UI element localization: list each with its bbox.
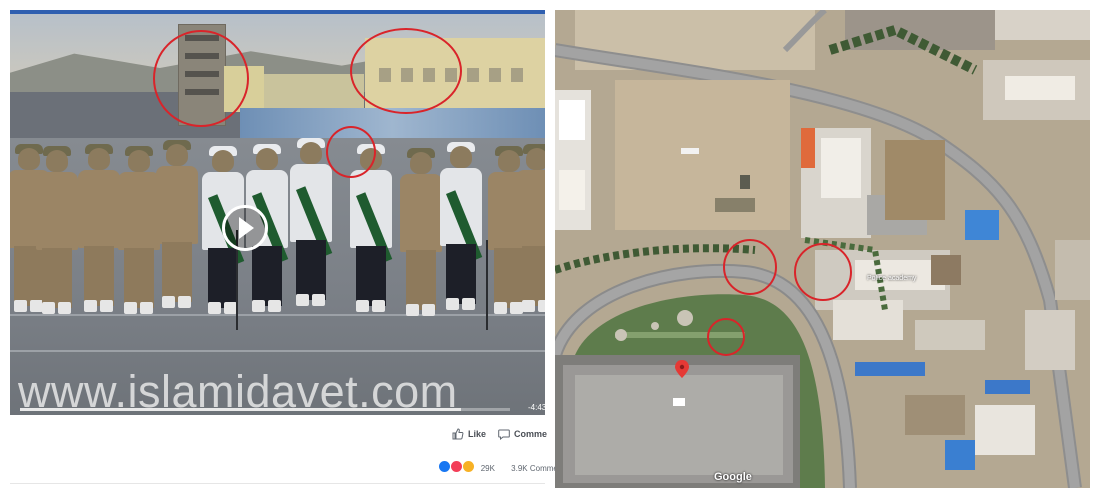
reaction-summary[interactable]: 29K 3.9K Comme — [438, 460, 558, 473]
satellite-map[interactable]: Police academy Google — [555, 10, 1090, 488]
annotation-circle — [326, 126, 376, 178]
video-building — [264, 74, 364, 108]
video-post: www.islamidavet.com -4:43 Like Comme 29K… — [0, 0, 558, 497]
sad-reaction-icon — [462, 460, 476, 473]
google-attribution: Google — [714, 471, 752, 483]
like-button[interactable]: Like — [452, 428, 486, 440]
love-reaction-icon — [450, 460, 464, 473]
reaction-count: 29K — [480, 464, 495, 473]
microphone-stand — [486, 240, 488, 330]
comment-count[interactable]: 3.9K Comme — [511, 464, 558, 473]
comment-icon — [498, 429, 510, 440]
post-divider — [10, 483, 545, 484]
play-icon[interactable] — [222, 205, 268, 251]
like-reaction-icon — [438, 460, 451, 473]
like-label: Like — [468, 429, 487, 439]
satellite-imagery — [555, 10, 1090, 488]
video-progress-bar[interactable] — [20, 408, 510, 411]
poi-label[interactable]: Police academy — [867, 275, 916, 282]
comment-label: Comme — [514, 429, 548, 439]
video-player[interactable]: www.islamidavet.com -4:43 — [10, 10, 545, 415]
annotation-circle — [350, 28, 462, 114]
video-progress-fill — [20, 408, 461, 411]
video-timecode: -4:43 — [528, 403, 545, 412]
thumbs-up-icon — [452, 428, 464, 440]
comment-button[interactable]: Comme — [498, 428, 547, 440]
annotation-circle — [153, 30, 249, 127]
